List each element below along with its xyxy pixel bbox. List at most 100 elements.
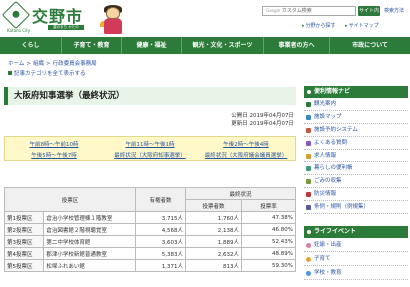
site-header: 交野市 Katano City 星のまち かたの Google カスタム検索 サ… (0, 0, 410, 36)
header-vote-count: 投票者数 (185, 199, 242, 212)
count-cell: 1,760人 (185, 211, 242, 224)
sidebar-item-jobs[interactable]: 求人情報 (304, 150, 408, 163)
breadcrumb-separator: > (26, 61, 31, 67)
sidebar-life-list: 妊娠・出産 子育て 学校・教育 (304, 238, 408, 280)
count-cell: 2,632人 (185, 247, 242, 260)
warning-icon (306, 192, 311, 198)
sidebar-item-disaster[interactable]: 防災情報 (304, 188, 408, 202)
gnav-item-health[interactable]: 健康・福祉 (122, 37, 182, 54)
breadcrumb: ホーム > 組織 > 行政委員会事務局 (8, 59, 97, 67)
gnav-item-childcare[interactable]: 子育て・教育 (62, 37, 122, 54)
gnav-item-tourism[interactable]: 観光・文化・スポーツ (182, 37, 264, 54)
breadcrumb-separator: > (45, 61, 51, 67)
table-row: 第1投票区 倉治小学校管理棟１階教室 3,715人 1,760人 47.38% (3, 211, 296, 224)
sightseeing-icon (306, 102, 311, 107)
site-tagline: 星のまち かたの (48, 25, 84, 30)
sidebar-item-faq[interactable]: よくある質問 (304, 137, 408, 150)
jump-link-14-16[interactable]: 午後2時～午後4時 (199, 140, 293, 148)
sidebar-item-living-guide[interactable]: 暮らしの便利帳 (304, 162, 408, 176)
rate-cell: 59.30% (241, 259, 296, 272)
jump-link-final-assembly[interactable]: 最終状況（大阪府議会議員選挙） (199, 151, 293, 159)
turnout-table: 投票区 有権者数 最終状況 投票者数 投票率 第1投票区 倉治小学校管理棟１階教… (3, 187, 296, 272)
updated-date: 更新日 2019年04月07日 (231, 121, 294, 127)
book-icon (306, 166, 311, 172)
sidebar-nav-list: 観光案内 施設マップ 施設予約システム よくある質問 求人情報 暮らしの便利帳 … (304, 98, 408, 215)
site-logo[interactable]: 交野市 Katano City 星のまち かたの (1, 0, 126, 35)
life-item-childcare[interactable]: 子育て (304, 252, 408, 266)
place-cell: 倉治小学校管理棟１階教室 (43, 211, 136, 224)
arrow-icon: ▸ (345, 23, 348, 29)
sidebar-item-facility-map[interactable]: 施設マップ (304, 111, 408, 124)
show-all-categories-link[interactable]: 記事カテゴリを全て表示する (8, 69, 86, 77)
table-row: 第2投票区 倉治図書館２階視聴覚室 4,568人 2,138人 46.80% (3, 223, 296, 236)
district-cell: 第2投票区 (3, 223, 45, 236)
school-icon (306, 270, 311, 276)
table-header-row: 投票区 有権者数 最終状況 (4, 187, 296, 212)
breadcrumb-home[interactable]: ホーム (8, 61, 24, 67)
place-cell: 第二中学校体育館 (43, 235, 136, 248)
site-subtitle: Katano City (7, 28, 31, 33)
bullet-icon (307, 90, 311, 94)
calendar-icon (306, 127, 311, 133)
count-cell: 1,889人 (185, 235, 242, 248)
browse-by-category-link[interactable]: ▸分野から探す (302, 23, 340, 29)
jump-links-box: 午前8時～午前10時 午前11時～午後1時 午後2時～午後4時 午後5時～午後7… (4, 136, 296, 161)
voters-cell: 3,715人 (135, 211, 186, 224)
voters-cell: 3,603人 (135, 235, 186, 248)
publish-dates: 公開日 2019年04月07日 更新日 2019年04月07日 (206, 112, 294, 128)
table-row: 第5投票区 松塚ふれあい館 1,371人 813人 59.30% (3, 259, 296, 272)
count-cell: 2,138人 (185, 223, 242, 236)
header-turnout-rate: 投票率 (241, 199, 296, 212)
page-title: 大阪府知事選挙（最終状況） (4, 87, 296, 105)
sidebar-life-title: ライフイベント (304, 226, 408, 238)
gnav-item-business[interactable]: 事業者の方へ (264, 37, 330, 54)
header-voters: 有権者数 (135, 187, 186, 212)
briefcase-icon (306, 153, 311, 159)
question-icon (306, 140, 311, 146)
place-cell: 郡津小学校新館普通教室 (43, 247, 136, 260)
arrow-icon: ▸ (302, 23, 305, 29)
published-date: 公開日 2019年04月07日 (231, 113, 294, 119)
district-cell: 第1投票区 (3, 211, 45, 224)
bullet-icon (307, 230, 311, 234)
table-row: 第3投票区 第二中学校体育館 3,603人 1,889人 52.43% (3, 235, 296, 248)
place-cell: 倉治図書館２階視聴覚室 (43, 223, 136, 236)
district-cell: 第4投票区 (3, 247, 45, 260)
place-cell: 松塚ふれあい館 (43, 259, 136, 272)
jump-link-11-13[interactable]: 午前11時～午後1時 (103, 140, 197, 148)
voters-cell: 4,568人 (135, 223, 186, 236)
table-row: 第4投票区 郡津小学校新館普通教室 5,383人 2,632人 48.89% (3, 247, 296, 260)
sitemap-link[interactable]: ▸サイトマップ (345, 23, 383, 29)
sidebar-nav-title: 便利情報ナビ (304, 86, 408, 98)
rate-cell: 47.38% (241, 211, 296, 224)
gnav-item-living[interactable]: くらし (0, 37, 62, 54)
voters-cell: 5,383人 (135, 247, 186, 260)
sidebar-item-facility-booking[interactable]: 施設予約システム (304, 124, 408, 137)
jump-link-17-19[interactable]: 午後5時～午後7時 (7, 151, 101, 159)
sidebar-item-ordinances[interactable]: 条例・規則（例規集） (304, 201, 408, 215)
sidebar-item-garbage[interactable]: ごみの収集 (304, 175, 408, 189)
jump-link-8-10[interactable]: 午前8時～午前10時 (7, 140, 101, 148)
child-icon (306, 256, 311, 262)
search-provider-label: Google (266, 8, 281, 13)
search-input[interactable]: Google カスタム検索 (262, 6, 356, 16)
rate-cell: 46.80% (241, 223, 296, 236)
voters-cell: 1,371人 (135, 259, 186, 272)
mascot-icon (100, 5, 126, 35)
pregnancy-icon (306, 242, 311, 248)
site-search-button[interactable]: サイト内検索 (358, 6, 380, 24)
city-emblem-icon (1, 0, 31, 30)
search-method-link[interactable]: 検索方法 (384, 6, 404, 16)
breadcrumb-committee[interactable]: 行政委員会事務局 (53, 61, 97, 67)
global-nav: くらし 子育て・教育 健康・福祉 観光・文化・スポーツ 事業者の方へ 市政につい… (0, 37, 410, 54)
breadcrumb-organization[interactable]: 組織 (33, 61, 44, 67)
gnav-item-city-admin[interactable]: 市政について (330, 37, 410, 54)
jump-link-final-governor[interactable]: 最終状況（大阪府知事選挙） (103, 151, 197, 159)
sidebar-item-tourism[interactable]: 観光案内 (304, 98, 408, 111)
square-bullet-icon (8, 71, 12, 75)
life-item-school[interactable]: 学校・教育 (304, 266, 408, 280)
rate-cell: 52.43% (241, 235, 296, 248)
header-final-status: 最終状況 (185, 187, 296, 200)
district-cell: 第5投票区 (3, 259, 45, 272)
life-item-pregnancy[interactable]: 妊娠・出産 (304, 238, 408, 252)
